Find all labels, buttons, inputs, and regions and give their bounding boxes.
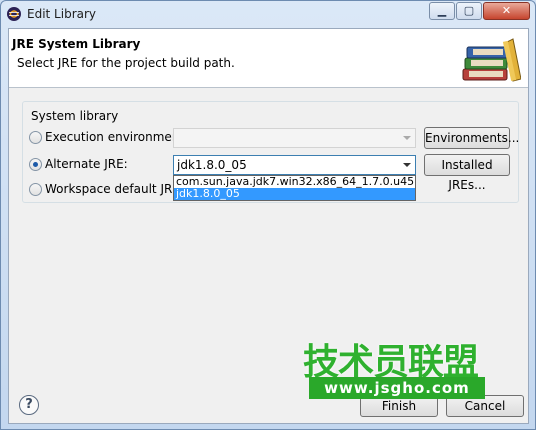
watermark: 技术员联盟 www.jsgho.com bbox=[291, 331, 501, 401]
close-button[interactable]: ✕ bbox=[483, 2, 530, 20]
alternate-jre-radio[interactable] bbox=[29, 158, 42, 171]
alternate-jre-value: jdk1.8.0_05 bbox=[177, 158, 247, 172]
environments-button[interactable]: Environments... bbox=[424, 127, 519, 149]
eclipse-icon bbox=[7, 7, 21, 21]
header-description: Select JRE for the project build path. bbox=[17, 56, 235, 70]
execution-environment-label: Execution environment: bbox=[45, 130, 189, 144]
dropdown-arrow-icon bbox=[403, 136, 411, 140]
header-title: JRE System Library bbox=[12, 37, 141, 51]
group-label: System library bbox=[29, 109, 121, 123]
execution-environment-combo[interactable] bbox=[173, 128, 416, 148]
alternate-jre-label: Alternate JRE: bbox=[45, 157, 128, 171]
dropdown-option-selected[interactable]: jdk1.8.0_05 bbox=[174, 188, 415, 200]
minimize-button[interactable]: ▁ bbox=[429, 2, 455, 20]
alternate-jre-dropdown-list: com.sun.java.jdk7.win32.x86_64_1.7.0.u45… bbox=[173, 175, 416, 201]
watermark-url: www.jsgho.com bbox=[309, 377, 485, 399]
titlebar: Edit Library ▁ ▢ ✕ bbox=[1, 1, 535, 27]
books-icon bbox=[462, 38, 521, 82]
execution-environment-radio[interactable] bbox=[29, 131, 42, 144]
window-title: Edit Library bbox=[27, 7, 97, 21]
dropdown-arrow-icon bbox=[403, 163, 411, 167]
dialog-header: JRE System Library Select JRE for the pr… bbox=[9, 29, 528, 88]
help-icon[interactable]: ? bbox=[19, 395, 39, 415]
workspace-default-radio[interactable] bbox=[29, 183, 42, 196]
edit-library-window: Edit Library ▁ ▢ ✕ JRE System Library Se… bbox=[0, 0, 536, 430]
installed-jres-button[interactable]: Installed JREs... bbox=[424, 154, 510, 192]
maximize-button[interactable]: ▢ bbox=[456, 2, 482, 20]
alternate-jre-combo[interactable]: jdk1.8.0_05 bbox=[173, 155, 416, 175]
